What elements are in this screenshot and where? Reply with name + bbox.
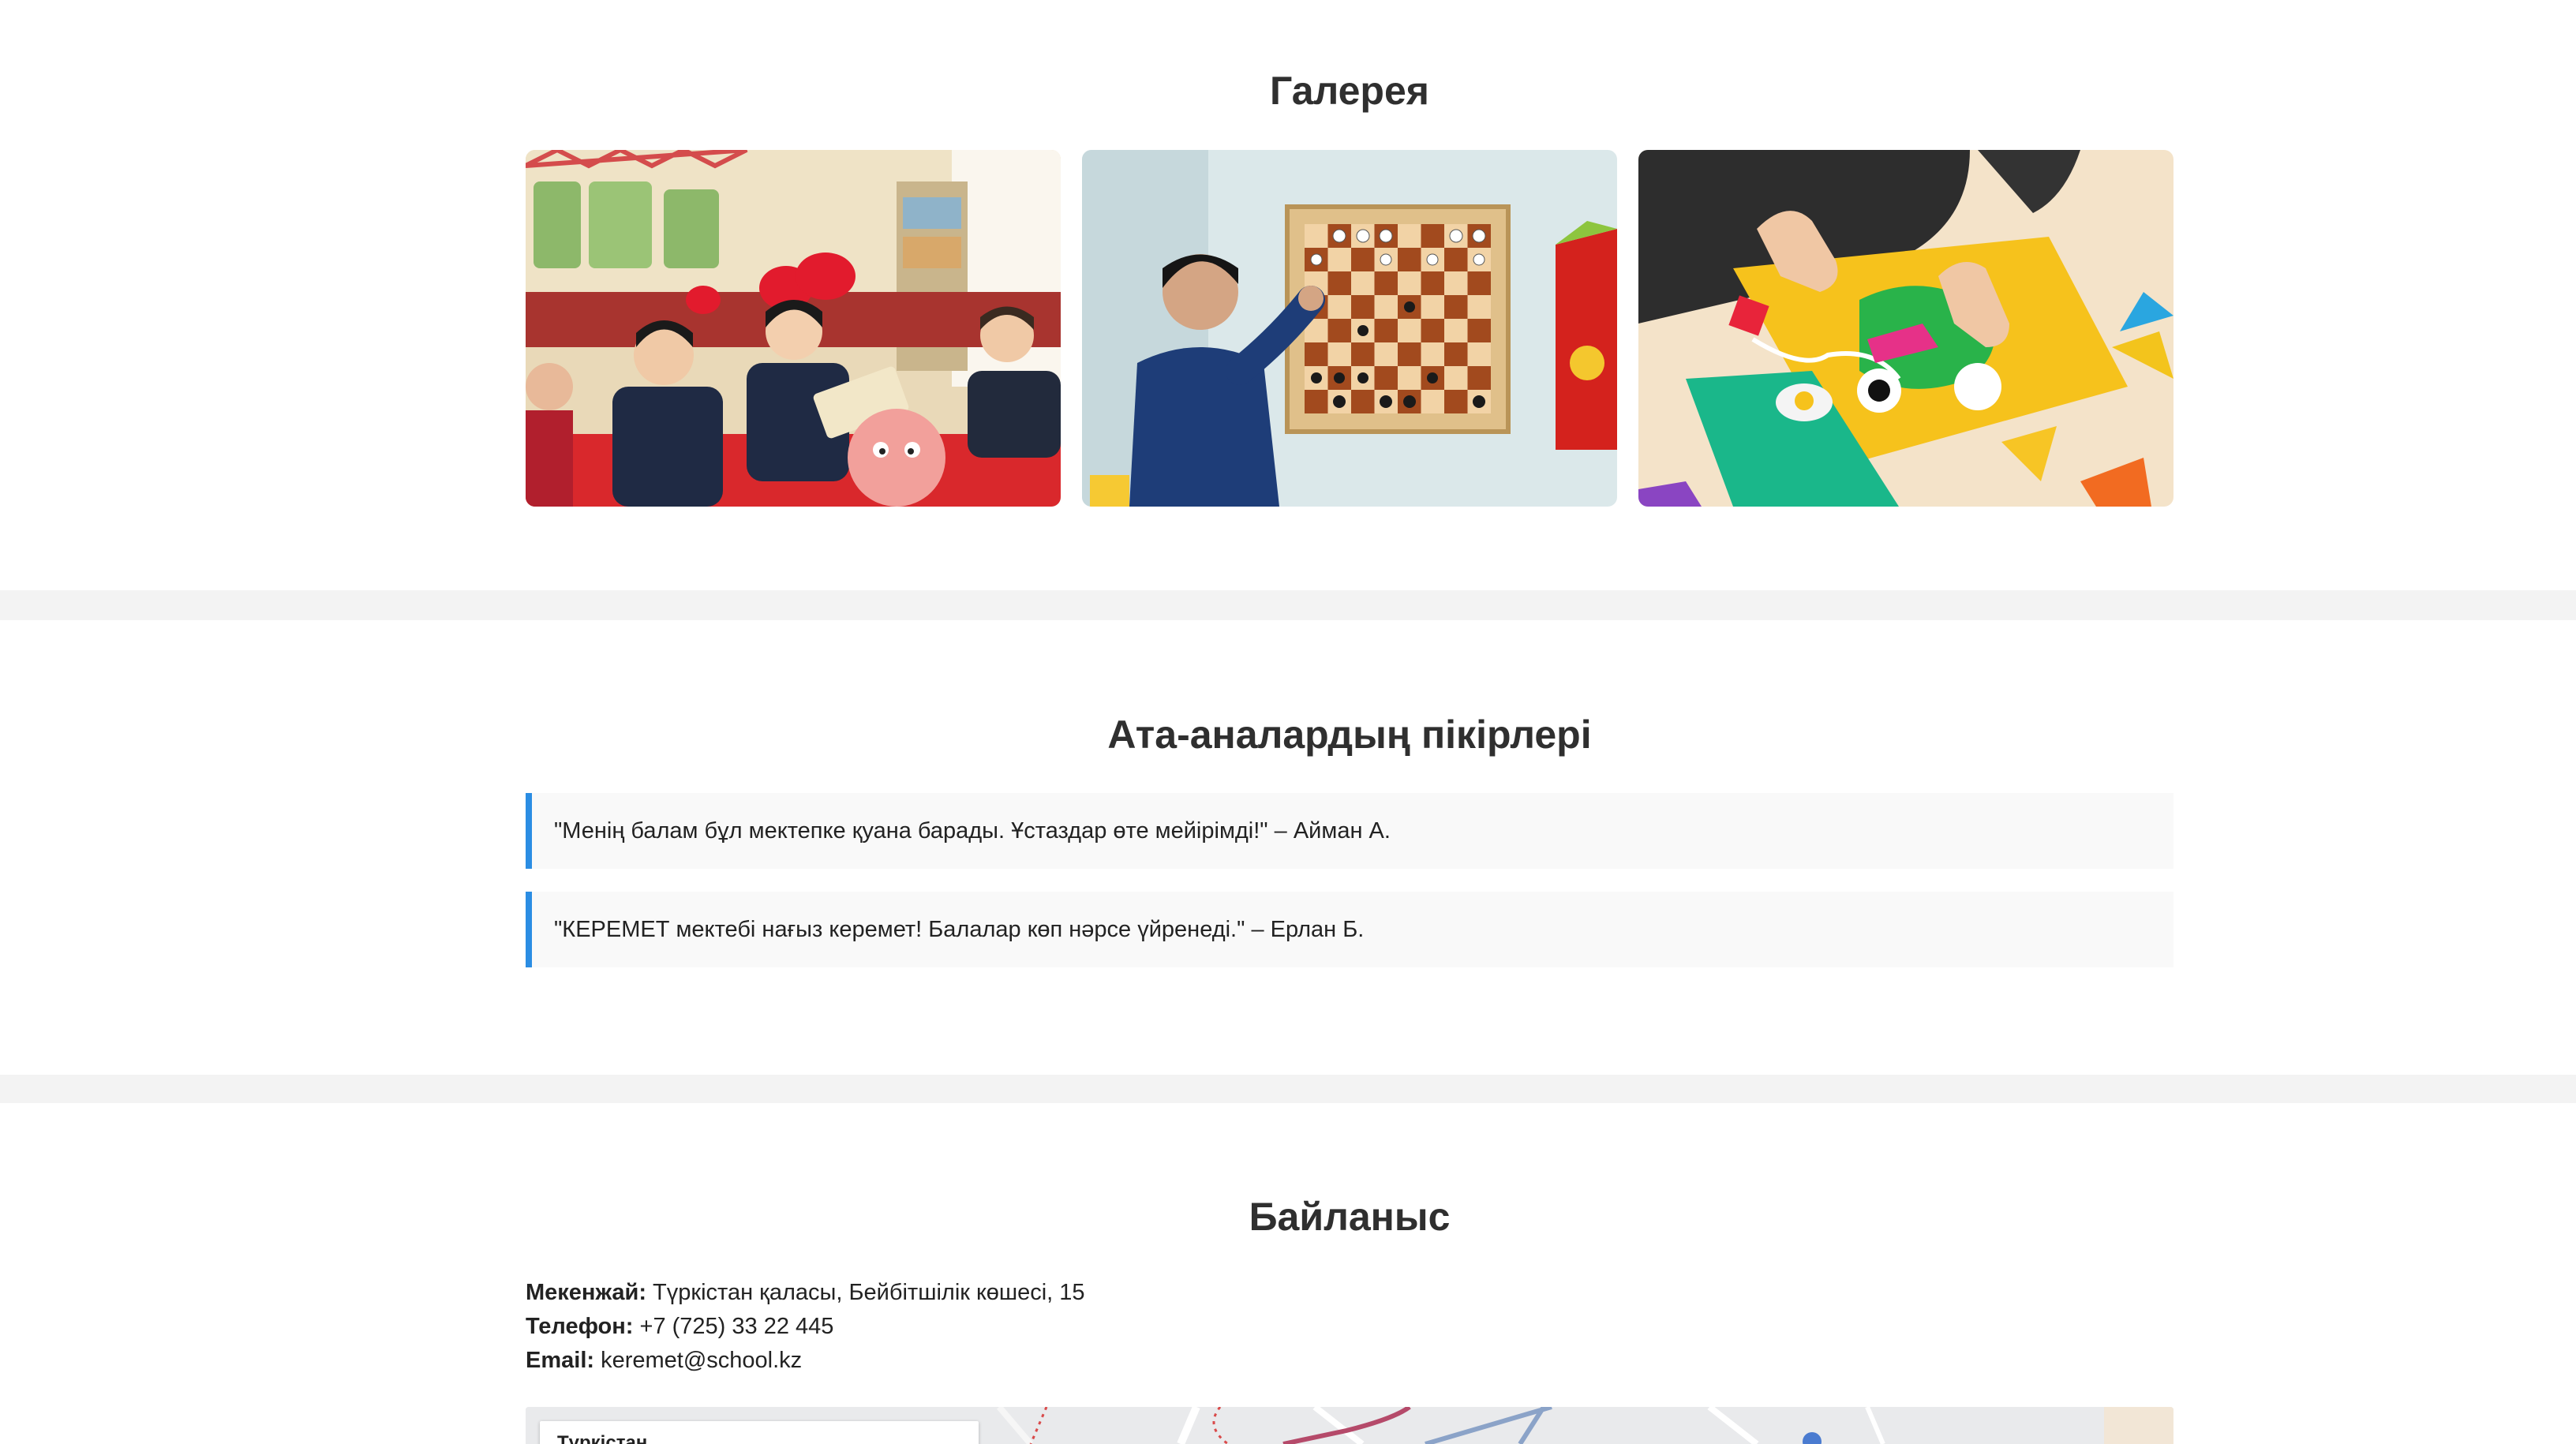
testimonial-item: "Менің балам бұл мектепке қуана барады. … — [526, 793, 2174, 869]
testimonials-title: Ата-аналардың пікірлері — [1107, 713, 1592, 757]
gallery-section: Галерея — [0, 0, 2576, 590]
classroom-photo — [526, 150, 1061, 507]
gallery-grid — [526, 150, 2174, 507]
section-divider-2 — [0, 1075, 2576, 1103]
address-label: Мекенжай: — [526, 1280, 646, 1305]
testimonials-section: Ата-аналардың пікірлері "Менің балам бұл… — [0, 620, 2576, 1075]
contact-container: Байланыс Мекенжай: Түркістан қаласы, Бей… — [526, 1103, 2174, 1444]
craft-photo — [1638, 150, 2174, 507]
email-value[interactable]: keremet@school.kz — [601, 1348, 802, 1373]
contact-phone: Телефон: +7 (725) 33 22 445 — [526, 1311, 833, 1342]
gallery-image-craft[interactable] — [1638, 150, 2174, 507]
map-info-card[interactable]: Түркістан — [540, 1421, 979, 1444]
gallery-container: Галерея — [526, 0, 2174, 590]
contact-address: Мекенжай: Түркістан қаласы, Бейбітшілік … — [526, 1277, 1085, 1308]
gallery-image-chess[interactable] — [1082, 150, 1617, 507]
testimonial-item: "КЕРЕМЕТ мектебі нағыз керемет! Балалар … — [526, 892, 2174, 967]
address-value: Түркістан қаласы, Бейбітшілік көшесі, 15 — [653, 1280, 1085, 1305]
contact-email: Email: keremet@school.kz — [526, 1345, 802, 1376]
chess-photo — [1082, 150, 1617, 507]
testimonial-text: "КЕРЕМЕТ мектебі нағыз керемет! Балалар … — [554, 916, 1365, 942]
map-place-name: Түркістан — [557, 1432, 648, 1444]
section-divider-1 — [0, 590, 2576, 620]
testimonials-container: Ата-аналардың пікірлері "Менің балам бұл… — [526, 620, 2174, 1075]
page: Галерея Ата-аналардың пікірлері "Менің б… — [0, 0, 2576, 1444]
gallery-image-classroom[interactable] — [526, 150, 1061, 507]
contact-title: Байланыс — [1249, 1195, 1451, 1239]
phone-label: Телефон: — [526, 1314, 634, 1339]
map-embed[interactable]: Түркістан — [526, 1407, 2174, 1444]
gallery-title: Галерея — [1270, 69, 1429, 113]
testimonial-text: "Менің балам бұл мектепке қуана барады. … — [554, 817, 1391, 844]
phone-value[interactable]: +7 (725) 33 22 445 — [640, 1314, 834, 1339]
contact-section: Байланыс Мекенжай: Түркістан қаласы, Бей… — [0, 1103, 2576, 1444]
email-label: Email: — [526, 1348, 595, 1373]
